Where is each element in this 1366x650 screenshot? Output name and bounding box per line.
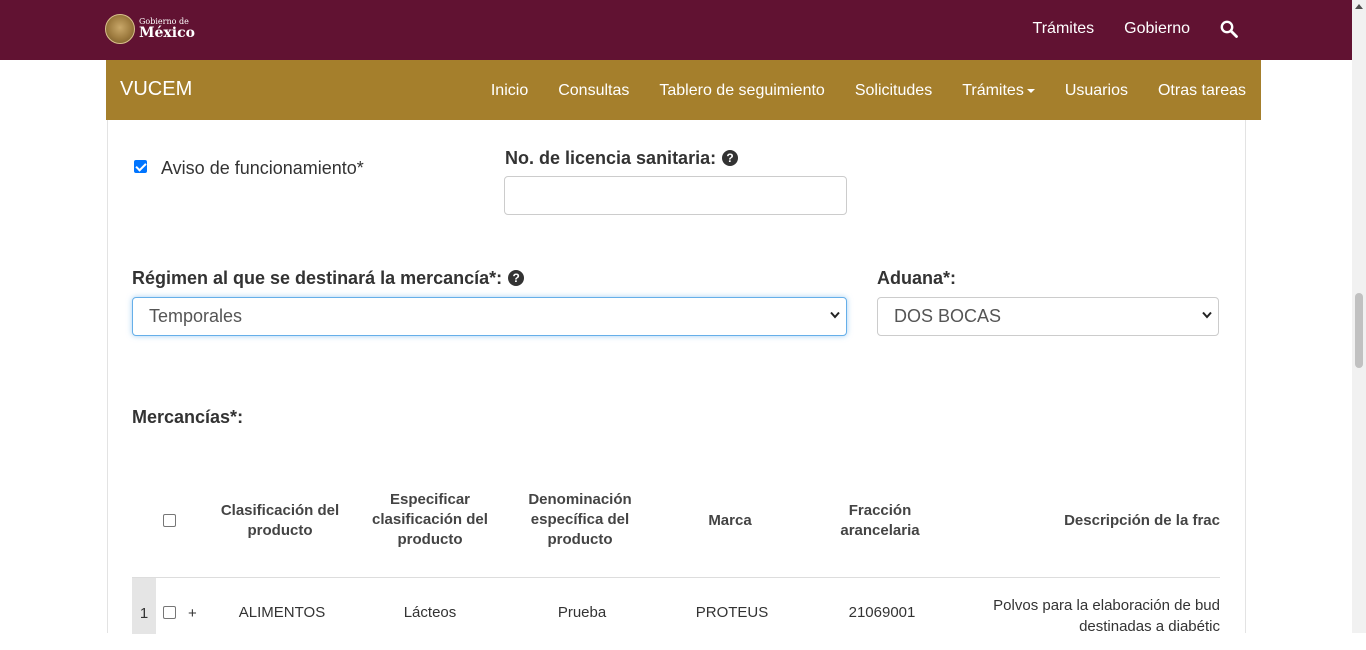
header-especificar[interactable]: Especificar clasificación del producto: [365, 490, 495, 550]
logo-big-text: México: [139, 25, 195, 41]
cell-especificar: Lácteos: [403, 604, 457, 621]
vucem-brand[interactable]: VUCEM: [120, 78, 192, 101]
row-expand-button[interactable]: +: [188, 605, 197, 622]
licencia-sanitaria-input[interactable]: [504, 176, 847, 215]
cell-clasificacion: ALIMENTOS: [238, 604, 326, 621]
nav-item-inicio[interactable]: Inicio: [491, 82, 528, 100]
header-link-gobierno[interactable]: Gobierno: [1124, 20, 1190, 38]
aviso-funcionamiento-checkbox[interactable]: [134, 160, 147, 173]
table-row[interactable]: 1 + ALIMENTOS Lácteos Prueba PROTEUS 210…: [132, 577, 1220, 635]
gov-header-links: Trámites Gobierno: [1033, 20, 1238, 38]
header-fraccion[interactable]: Fracción arancelaria: [820, 501, 940, 541]
regimen-label: Régimen al que se destinará la mercancía…: [132, 268, 525, 289]
licencia-sanitaria-label-text: No. de licencia sanitaria:: [505, 148, 717, 168]
aduana-label: Aduana*:: [877, 268, 957, 288]
row-number: 1: [132, 578, 156, 634]
regimen-selected-value: Temporales: [149, 306, 243, 326]
cell-descripcion: Polvos para la elaboración de bud destin…: [993, 595, 1220, 637]
aduana-selected-value: DOS BOCAS: [894, 306, 1002, 326]
regimen-label-text: Régimen al que se destinará la mercancía…: [132, 268, 503, 288]
nav-menu: Inicio Consultas Tablero de seguimiento …: [491, 82, 1246, 100]
question-circle-icon[interactable]: ?: [722, 150, 739, 166]
page-scrollbar[interactable]: [1352, 0, 1366, 633]
nav-item-tramites-label: Trámites: [962, 82, 1024, 99]
caret-down-icon: [1026, 88, 1035, 93]
header-link-tramites[interactable]: Trámites: [1033, 20, 1095, 38]
select-all-checkbox[interactable]: [163, 514, 176, 527]
nav-item-usuarios[interactable]: Usuarios: [1065, 82, 1128, 100]
header-descripcion[interactable]: Descripción de la frac: [990, 511, 1220, 531]
nav-item-consultas[interactable]: Consultas: [558, 82, 629, 100]
scroll-up-arrow-icon[interactable]: [1355, 4, 1363, 9]
header-marca[interactable]: Marca: [680, 511, 780, 531]
aviso-funcionamiento-label: Aviso de funcionamiento*: [161, 158, 364, 178]
row-checkbox[interactable]: [163, 606, 176, 619]
cell-descripcion-line-1: Polvos para la elaboración de bud: [993, 597, 1220, 614]
cell-denominacion: Prueba: [557, 604, 607, 621]
vucem-navbar: VUCEM Inicio Consultas Tablero de seguim…: [106, 60, 1261, 120]
gobierno-logo[interactable]: Gobierno de México: [105, 14, 195, 44]
nav-item-solicitudes[interactable]: Solicitudes: [855, 82, 932, 100]
search-icon[interactable]: [1220, 20, 1238, 38]
question-circle-icon[interactable]: ?: [508, 270, 525, 286]
gov-header: Gobierno de México Trámites Gobierno: [0, 0, 1352, 60]
mexico-seal-icon: [105, 14, 135, 44]
chevron-down-icon: [830, 311, 840, 319]
nav-item-tramites[interactable]: Trámites: [962, 82, 1035, 100]
header-denominacion[interactable]: Denominación específica del producto: [515, 490, 645, 550]
cell-fraccion: 21069001: [848, 604, 916, 621]
cell-marca: PROTEUS: [695, 604, 769, 621]
chevron-down-icon: [1202, 311, 1212, 319]
header-clasificacion[interactable]: Clasificación del producto: [210, 501, 350, 541]
scrollbar-thumb[interactable]: [1355, 293, 1363, 368]
licencia-sanitaria-label: No. de licencia sanitaria:?: [505, 148, 739, 169]
nav-item-tablero[interactable]: Tablero de seguimiento: [659, 82, 824, 100]
nav-item-otras-tareas[interactable]: Otras tareas: [1158, 82, 1246, 100]
aduana-select[interactable]: DOS BOCAS: [877, 297, 1219, 336]
cell-descripcion-line-2: destinadas a diabétic: [1079, 618, 1220, 635]
mercancias-label: Mercancías*:: [132, 407, 244, 427]
regimen-select[interactable]: Temporales: [132, 297, 847, 336]
